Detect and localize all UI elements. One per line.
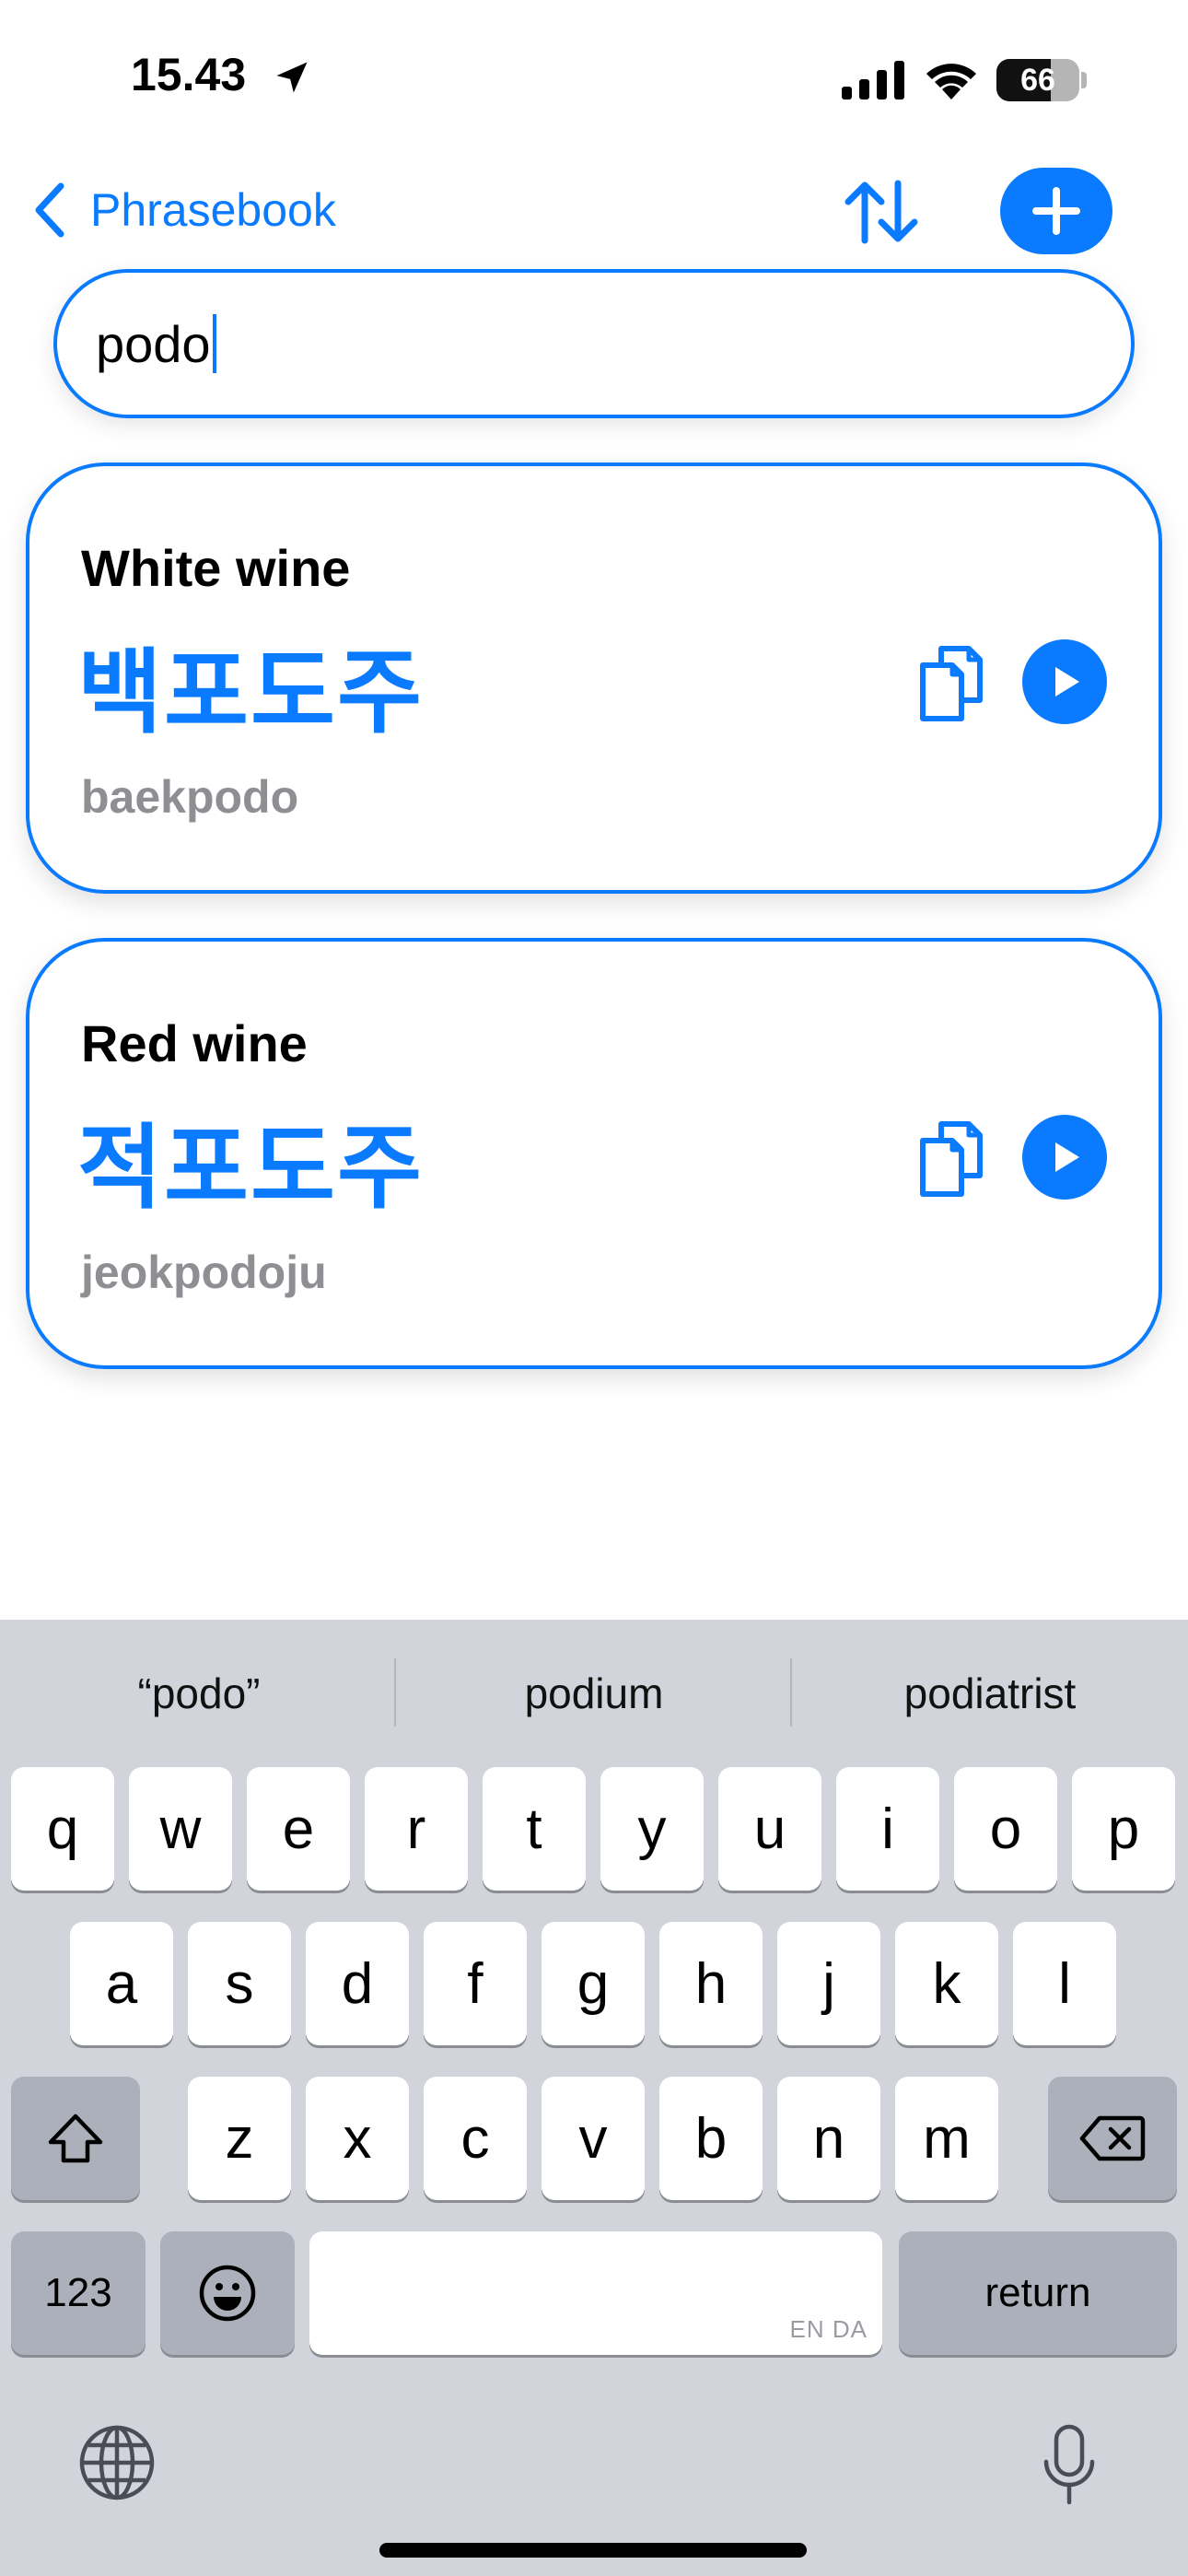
key-b[interactable]: b <box>659 2077 763 2200</box>
play-icon <box>1055 1142 1079 1172</box>
shift-arrow-icon <box>48 2113 103 2163</box>
return-key-label: return <box>984 2270 1091 2315</box>
back-button[interactable]: Phrasebook <box>29 175 336 245</box>
keyboard-language-tag: EN DA <box>789 2315 868 2343</box>
emoji-face-icon <box>199 2265 256 2322</box>
key-x[interactable]: x <box>306 2077 409 2200</box>
play-audio-button[interactable] <box>1022 639 1107 724</box>
key-f[interactable]: f <box>424 1922 527 2045</box>
key-k[interactable]: k <box>895 1922 998 2045</box>
cellular-signal-icon <box>842 61 904 100</box>
copy-icon[interactable] <box>915 1118 987 1200</box>
key-d[interactable]: d <box>306 1922 409 2045</box>
emoji-key[interactable] <box>160 2231 295 2355</box>
key-n[interactable]: n <box>777 2077 880 2200</box>
search-input-value: podo <box>96 314 211 373</box>
suggestion-divider <box>394 1658 396 1727</box>
key-r[interactable]: r <box>365 1767 468 1891</box>
backspace-icon <box>1079 2115 1146 2161</box>
suggestion-item[interactable]: “podo” <box>2 1653 396 1734</box>
space-bar[interactable]: EN DA <box>309 2231 882 2355</box>
numbers-key[interactable]: 123 <box>11 2231 146 2355</box>
chevron-left-icon <box>35 182 64 238</box>
add-phrase-button[interactable] <box>1000 168 1112 254</box>
key-c[interactable]: c <box>424 2077 527 2200</box>
phrase-romanization: jeokpodoju <box>81 1247 327 1298</box>
phrase-english: White wine <box>81 539 351 597</box>
sort-button[interactable] <box>840 177 923 247</box>
key-e[interactable]: e <box>247 1767 350 1891</box>
key-t[interactable]: t <box>483 1767 586 1891</box>
phrase-english: Red wine <box>81 1014 308 1072</box>
suggestion-bar: “podo” podium podiatrist <box>0 1620 1188 1767</box>
suggestion-item[interactable]: podiatrist <box>793 1653 1187 1734</box>
text-caret <box>212 314 216 373</box>
key-j[interactable]: j <box>777 1922 880 2045</box>
copy-icon[interactable] <box>915 643 987 724</box>
wifi-icon <box>926 64 976 100</box>
key-p[interactable]: p <box>1072 1767 1175 1891</box>
key-a[interactable]: a <box>70 1922 173 2045</box>
delete-key[interactable] <box>1048 2077 1177 2200</box>
plus-icon <box>1032 187 1080 235</box>
status-bar: 15.43 66 <box>0 0 1188 157</box>
key-m[interactable]: m <box>895 2077 998 2200</box>
suggestion-divider <box>790 1658 792 1727</box>
key-y[interactable]: y <box>600 1767 704 1891</box>
status-time: 15.43 <box>131 49 247 100</box>
sort-arrows-icon <box>844 180 918 244</box>
battery-cap <box>1081 72 1087 88</box>
phrase-card[interactable]: White wine 백포도주 baekpodo <box>26 463 1162 894</box>
phrase-romanization: baekpodo <box>81 771 299 823</box>
key-i[interactable]: i <box>836 1767 939 1891</box>
key-l[interactable]: l <box>1013 1922 1116 2045</box>
key-o[interactable]: o <box>954 1767 1057 1891</box>
home-indicator[interactable] <box>379 2543 807 2558</box>
return-key[interactable]: return <box>899 2231 1177 2355</box>
key-v[interactable]: v <box>542 2077 645 2200</box>
phrase-card[interactable]: Red wine 적포도주 jeokpodoju <box>26 938 1162 1369</box>
key-h[interactable]: h <box>659 1922 763 2045</box>
key-g[interactable]: g <box>542 1922 645 2045</box>
battery-percent: 66 <box>1020 63 1055 98</box>
numbers-key-label: 123 <box>44 2270 112 2315</box>
globe-icon[interactable] <box>77 2423 157 2502</box>
phrase-korean: 백포도주 <box>77 641 424 744</box>
suggestion-item[interactable]: podium <box>397 1653 791 1734</box>
key-z[interactable]: z <box>188 2077 291 2200</box>
battery-indicator: 66 <box>996 59 1079 101</box>
key-q[interactable]: q <box>11 1767 114 1891</box>
phrase-korean: 적포도주 <box>77 1117 424 1220</box>
play-audio-button[interactable] <box>1022 1115 1107 1200</box>
back-button-label: Phrasebook <box>90 184 336 236</box>
microphone-icon[interactable] <box>1039 2423 1100 2508</box>
key-u[interactable]: u <box>718 1767 821 1891</box>
keyboard: “podo” podium podiatrist q w e r t y u i… <box>0 1620 1188 2576</box>
play-icon <box>1055 667 1079 697</box>
location-arrow-icon <box>276 62 308 93</box>
key-s[interactable]: s <box>188 1922 291 2045</box>
search-input[interactable]: podo <box>53 269 1135 418</box>
shift-key[interactable] <box>11 2077 140 2200</box>
key-w[interactable]: w <box>129 1767 232 1891</box>
